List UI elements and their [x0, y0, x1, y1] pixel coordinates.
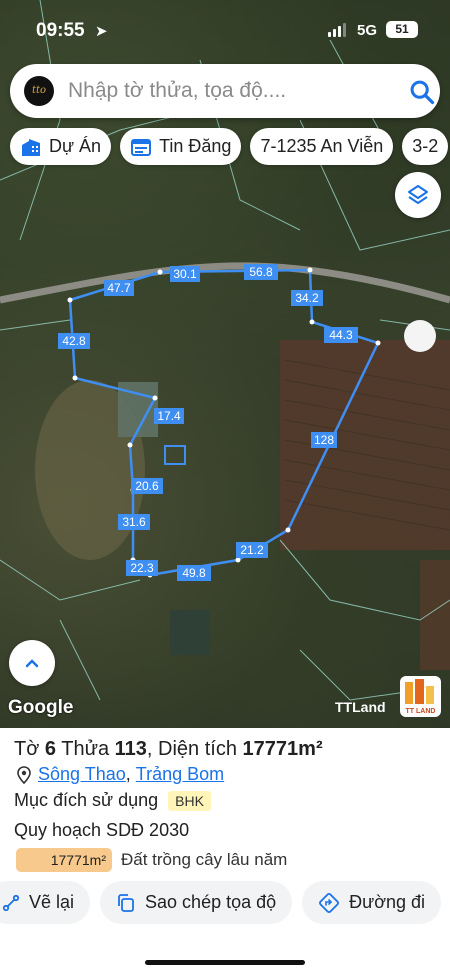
- layers-button[interactable]: [395, 172, 441, 218]
- edge-label: 44.3: [324, 327, 358, 343]
- redraw-button[interactable]: Vẽ lại: [0, 881, 91, 924]
- chip-label: Dự Án: [49, 136, 102, 156]
- svg-text:34.2: 34.2: [295, 291, 319, 305]
- farm-field-east: [420, 560, 450, 670]
- project-icon: [22, 138, 40, 156]
- status-bar: 09:55 ➤ 5G 51: [0, 0, 450, 60]
- action-buttons: Vẽ lại Sao chép tọa độ Đường đi: [0, 881, 442, 924]
- planning-row: 17771m² Đất trồng cây lâu năm: [16, 848, 287, 872]
- district-link[interactable]: Trảng Bom: [136, 764, 224, 785]
- planning-type: Đất trồng cây lâu năm: [121, 850, 288, 869]
- app-logo[interactable]: tto: [24, 76, 54, 106]
- parcel-info-sheet: Tờ 6 Thửa 113, Diện tích 17771m² Sông Th…: [0, 728, 450, 974]
- edge-label: 20.6: [131, 478, 163, 494]
- ttland-logo[interactable]: TT LAND: [400, 676, 441, 717]
- svg-text:TT LAND: TT LAND: [406, 708, 436, 715]
- home-indicator: [145, 960, 305, 965]
- svg-text:44.3: 44.3: [329, 328, 353, 342]
- commune-link[interactable]: Sông Thao: [38, 764, 126, 785]
- battery-icon: 51: [386, 21, 418, 38]
- svg-text:30.1: 30.1: [173, 267, 197, 281]
- svg-text:22.3: 22.3: [130, 561, 154, 575]
- chip-recent-parcel[interactable]: 7-1235 An Viễn: [250, 128, 394, 165]
- pond-south: [170, 610, 210, 655]
- area-value: 17771m²: [242, 738, 323, 760]
- svg-text:47.7: 47.7: [107, 281, 131, 295]
- svg-text:20.6: 20.6: [135, 479, 159, 493]
- land-use-row: Mục đích sử dụng BHK: [14, 790, 211, 811]
- redraw-label: Vẽ lại: [29, 892, 75, 912]
- inner-plot: [164, 445, 186, 465]
- chevron-up-icon: [25, 659, 39, 668]
- chip-label: Tin Đăng: [159, 136, 232, 156]
- directions-icon: [319, 892, 340, 913]
- directions-button[interactable]: Đường đi: [302, 881, 442, 924]
- network-type: 5G: [357, 22, 378, 39]
- copy-icon: [118, 893, 134, 912]
- location-arrow-icon: ➤: [95, 23, 108, 40]
- chip-label: 3-2: [412, 136, 439, 156]
- svg-text:31.6: 31.6: [122, 515, 146, 529]
- sheet-number: 6: [44, 738, 57, 760]
- edge-label: 30.1: [170, 266, 200, 282]
- area-label: Diện tích: [158, 738, 237, 760]
- copy-coordinates-button[interactable]: Sao chép tọa độ: [100, 881, 293, 924]
- copy-coordinates-label: Sao chép tọa độ: [145, 892, 277, 912]
- brand-label: TTLand: [335, 699, 386, 715]
- edge-label: 22.3: [126, 560, 158, 576]
- search-input[interactable]: [68, 76, 388, 106]
- edge-label: 49.8: [177, 565, 211, 581]
- filter-chips: Dự Án Tin Đăng 7-1235 An Viễn 3-2: [10, 128, 449, 166]
- planning-area-badge: 17771m²: [16, 848, 112, 872]
- google-attribution: Google: [8, 697, 74, 718]
- planning-label: Quy hoạch SDĐ 2030: [14, 820, 190, 840]
- land-use-code: BHK: [168, 790, 211, 811]
- svg-text:56.8: 56.8: [249, 265, 273, 279]
- svg-text:49.8: 49.8: [182, 566, 206, 580]
- location-pin-icon: [17, 765, 31, 784]
- edge-label: 128: [311, 432, 337, 448]
- chip-tin-dang[interactable]: Tin Đăng: [120, 128, 242, 165]
- chip-label: 7-1235 An Viễn: [260, 136, 384, 156]
- layers-icon: [408, 185, 428, 204]
- sheet-label: Tờ: [14, 738, 40, 760]
- edge-label: 56.8: [244, 264, 278, 280]
- chip-du-an[interactable]: Dự Án: [10, 128, 112, 165]
- chip-recent-parcel-2[interactable]: 3-2: [402, 128, 449, 165]
- expand-up-button[interactable]: [9, 640, 55, 686]
- directions-label: Đường đi: [349, 892, 426, 912]
- location-row: Sông Thao, Trảng Bom: [16, 764, 224, 785]
- edge-label: 42.8: [58, 333, 90, 349]
- parcel-title: Tờ 6 Thửa 113, Diện tích 17771m²: [14, 738, 323, 760]
- land-use-label: Mục đích sử dụng: [14, 790, 159, 810]
- svg-text:42.8: 42.8: [62, 334, 86, 348]
- parcel-label: Thửa: [61, 738, 110, 760]
- svg-text:128: 128: [314, 433, 334, 447]
- svg-text:17.4: 17.4: [157, 409, 181, 423]
- status-time: 09:55: [36, 20, 85, 41]
- edge-label: 21.2: [236, 542, 268, 558]
- ttland-logo-icon: TT LAND: [405, 679, 436, 715]
- svg-text:21.2: 21.2: [240, 543, 264, 557]
- listing-icon: [131, 138, 152, 156]
- edge-label: 34.2: [291, 290, 323, 306]
- parcel-number: 113: [114, 738, 147, 760]
- map-view[interactable]: 30.1 56.8 47.7 34.2 42.8 44.3 17.4 128 2…: [0, 0, 450, 728]
- edge-label: 17.4: [154, 408, 184, 424]
- search-icon[interactable]: [408, 78, 436, 106]
- location-marker[interactable]: [404, 320, 436, 352]
- edge-label: 47.7: [104, 280, 134, 296]
- edge-label: 31.6: [118, 514, 150, 530]
- redraw-icon: [2, 894, 20, 911]
- signal-icon: [328, 23, 346, 37]
- search-bar: tto: [10, 64, 440, 118]
